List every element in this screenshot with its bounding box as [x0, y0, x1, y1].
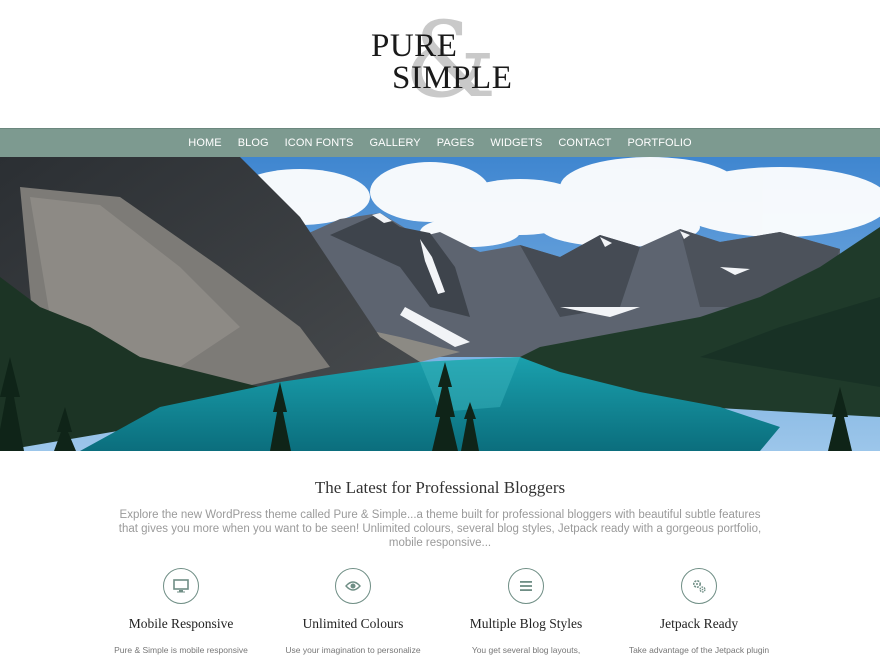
eye-icon[interactable] [335, 568, 371, 604]
nav-portfolio[interactable]: PORTFOLIO [619, 137, 699, 149]
hero-image [0, 157, 880, 451]
feature-unlimited-colours: Unlimited Colours Use your imagination t… [267, 566, 439, 660]
list-icon[interactable] [508, 568, 544, 604]
intro-text: Explore the new WordPress theme called P… [118, 509, 762, 549]
nav-blog[interactable]: BLOG [230, 137, 277, 149]
feature-desc: Use your imagination to personalize your [285, 645, 421, 660]
nav-home[interactable]: HOME [180, 137, 229, 149]
site-header: & PURE SIMPLE [0, 0, 880, 128]
feature-jetpack-ready: Jetpack Ready Take advantage of the Jetp… [613, 566, 785, 660]
features-row: Mobile Responsive Pure & Simple is mobil… [95, 566, 785, 660]
feature-desc: Pure & Simple is mobile responsive for [114, 645, 248, 660]
monitor-icon[interactable] [163, 568, 199, 604]
main-nav: HOME BLOG ICON FONTS GALLERY PAGES WIDGE… [0, 128, 880, 157]
feature-mobile-responsive: Mobile Responsive Pure & Simple is mobil… [95, 566, 267, 660]
nav-gallery[interactable]: GALLERY [362, 137, 429, 149]
nav-contact[interactable]: CONTACT [550, 137, 619, 149]
logo-word-simple: SIMPLE [392, 60, 513, 96]
logo-word-pure: PURE [371, 28, 458, 64]
feature-multiple-blog-styles: Multiple Blog Styles You get several blo… [440, 566, 612, 660]
site-logo[interactable]: & PURE SIMPLE [360, 8, 530, 114]
feature-title: Multiple Blog Styles [469, 616, 583, 631]
intro-title: The Latest for Professional Bloggers [314, 478, 566, 497]
feature-title: Jetpack Ready [659, 616, 739, 631]
nav-pages[interactable]: PAGES [429, 137, 483, 149]
hero-landscape [0, 157, 880, 451]
nav-icon-fonts[interactable]: ICON FONTS [277, 137, 362, 149]
nav-widgets[interactable]: WIDGETS [482, 137, 550, 149]
feature-desc: You get several blog layouts, including [471, 645, 581, 660]
feature-title: Mobile Responsive [128, 616, 234, 631]
feature-title: Unlimited Colours [302, 616, 404, 631]
feature-desc: Take advantage of the Jetpack plugin and [628, 645, 770, 660]
gears-icon[interactable] [681, 568, 717, 604]
